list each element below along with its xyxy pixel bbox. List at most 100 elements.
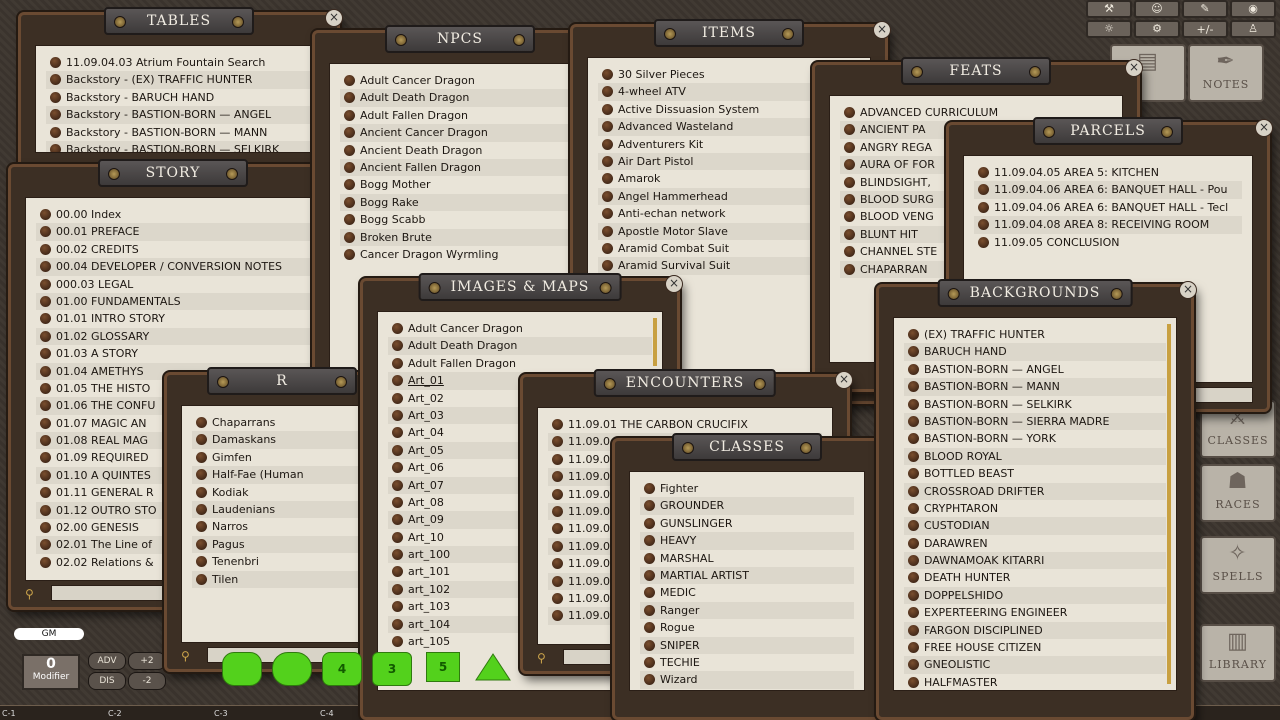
tables-title[interactable]: TABLES	[104, 7, 254, 35]
list-item[interactable]: Backstory - BARUCH HAND	[46, 89, 312, 106]
bullet-icon[interactable]	[908, 537, 919, 549]
bullet-icon[interactable]	[40, 348, 51, 360]
bullet-icon[interactable]	[908, 485, 919, 497]
bullet-icon[interactable]	[552, 592, 563, 604]
bullet-icon[interactable]	[392, 444, 403, 456]
bullet-icon[interactable]	[196, 434, 207, 446]
bullet-icon[interactable]	[844, 211, 855, 223]
bullet-icon[interactable]	[552, 540, 563, 552]
bullet-icon[interactable]	[392, 566, 403, 578]
list-item[interactable]: 11.09.04.08 AREA 8: RECEIVING ROOM	[974, 216, 1242, 234]
list-item[interactable]: Backstory - BASTION-BORN — ANGEL	[46, 106, 312, 124]
list-item[interactable]: BASTION-BORN — YORK	[904, 430, 1166, 447]
close-icon[interactable]: ×	[873, 21, 891, 39]
bullet-icon[interactable]	[644, 569, 655, 581]
plus2-button[interactable]: +2	[128, 652, 166, 670]
list-item[interactable]: DARAWREN	[904, 535, 1166, 552]
bullet-icon[interactable]	[552, 575, 563, 587]
bullet-icon[interactable]	[978, 219, 989, 231]
close-icon[interactable]: ×	[1255, 119, 1273, 137]
bullet-icon[interactable]	[392, 531, 403, 543]
bullet-icon[interactable]	[644, 604, 655, 616]
bullet-icon[interactable]	[344, 231, 355, 243]
bullet-icon[interactable]	[40, 556, 51, 568]
list-item[interactable]: 11.09.01 THE CARBON CRUCIFIX	[548, 416, 822, 433]
bullet-icon[interactable]	[908, 398, 919, 410]
bullet-icon[interactable]	[40, 435, 51, 447]
list-item[interactable]: FREE HOUSE CITIZEN	[904, 639, 1166, 656]
list-item[interactable]: Kodiak	[192, 484, 372, 501]
bullet-icon[interactable]	[196, 521, 207, 533]
list-item[interactable]: DOPPELSHIDO	[904, 586, 1166, 605]
list-item[interactable]: Half-Fae (Human	[192, 466, 372, 484]
d10-die-icon[interactable]: 4	[322, 652, 362, 686]
bullet-icon[interactable]	[844, 124, 855, 136]
bullet-icon[interactable]	[392, 357, 403, 369]
list-item[interactable]: Wizard	[640, 671, 854, 689]
bullet-icon[interactable]	[552, 558, 563, 570]
bullet-icon[interactable]	[552, 505, 563, 517]
list-item[interactable]: Damaskans	[192, 431, 372, 449]
bullet-icon[interactable]	[392, 618, 403, 630]
bullet-icon[interactable]	[602, 69, 613, 80]
bullet-icon[interactable]	[908, 346, 919, 358]
bullet-icon[interactable]	[908, 502, 919, 514]
list-item[interactable]: BLOOD ROYAL	[904, 447, 1166, 466]
list-item[interactable]: Narros	[192, 518, 372, 535]
bullet-icon[interactable]	[196, 538, 207, 550]
list-item[interactable]: BOTTLED BEAST	[904, 465, 1166, 482]
list-item[interactable]: Adult Death Dragon	[340, 89, 580, 107]
toolbar-button-6[interactable]: ⚙	[1134, 20, 1180, 38]
list-item[interactable]: 11.09.04.06 AREA 6: BANQUET HALL - Tecl	[974, 199, 1242, 216]
list-item[interactable]: Gimfen	[192, 449, 372, 466]
list-item[interactable]: 000.03 LEGAL	[36, 276, 310, 293]
bullet-icon[interactable]	[40, 365, 51, 377]
list-item[interactable]: TECHIE	[640, 654, 854, 671]
races-title[interactable]: R	[207, 367, 357, 395]
bullet-icon[interactable]	[40, 295, 51, 307]
minus2-button[interactable]: -2	[128, 672, 166, 690]
bullet-icon[interactable]	[344, 179, 355, 191]
bullet-icon[interactable]	[344, 248, 355, 260]
list-item[interactable]: 11.09.04.06 AREA 6: BANQUET HALL - Pou	[974, 181, 1242, 199]
sidebar-notes-button[interactable]: ✒ NOTES	[1188, 44, 1264, 102]
bullet-icon[interactable]	[908, 676, 919, 688]
list-item[interactable]: Chaparrans	[192, 414, 372, 431]
bullet-icon[interactable]	[644, 639, 655, 651]
bullet-icon[interactable]	[844, 107, 855, 118]
list-item[interactable]: Bogg Mother	[340, 176, 580, 193]
list-item[interactable]: Pagus	[192, 535, 372, 554]
bullet-icon[interactable]	[908, 450, 919, 462]
bullet-icon[interactable]	[844, 141, 855, 153]
bullet-icon[interactable]	[602, 190, 613, 202]
bullet-icon[interactable]	[602, 242, 613, 254]
list-item[interactable]: FARGON DISCIPLINED	[904, 621, 1166, 640]
bullet-icon[interactable]	[196, 417, 207, 428]
bullet-icon[interactable]	[392, 323, 403, 334]
sidebar-spells-button[interactable]: ✧ SPELLS	[1200, 536, 1276, 594]
bullet-icon[interactable]	[644, 674, 655, 686]
list-item[interactable]: BASTION-BORN — SELKIRK	[904, 396, 1166, 413]
bullet-icon[interactable]	[552, 436, 563, 448]
bullet-icon[interactable]	[392, 583, 403, 595]
bullet-icon[interactable]	[602, 155, 613, 167]
list-item[interactable]: CRYPHTARON	[904, 500, 1166, 517]
bullet-icon[interactable]	[50, 57, 61, 68]
bullet-icon[interactable]	[908, 363, 919, 375]
npcs-title[interactable]: NPCS	[385, 25, 535, 53]
classes-title[interactable]: CLASSES	[672, 433, 822, 461]
list-item[interactable]: DAWNAMOAK KITARRI	[904, 552, 1166, 570]
list-item[interactable]: 00.04 DEVELOPER / CONVERSION NOTES	[36, 258, 310, 276]
modifier-box[interactable]: 0 Modifier	[22, 654, 80, 690]
bullet-icon[interactable]	[40, 226, 51, 238]
list-item[interactable]: 01.01 INTRO STORY	[36, 310, 310, 327]
bullet-icon[interactable]	[40, 539, 51, 551]
sidebar-races-button[interactable]: ☗ RACES	[1200, 464, 1276, 522]
bullet-icon[interactable]	[344, 196, 355, 208]
resize-handle-icon[interactable]: ⚲	[181, 649, 195, 663]
list-item[interactable]: (EX) TRAFFIC HUNTER	[904, 326, 1166, 343]
bullet-icon[interactable]	[40, 278, 51, 290]
list-item[interactable]: GNEOLISTIC	[904, 656, 1166, 674]
list-item[interactable]: HEAVY	[640, 532, 854, 550]
bullet-icon[interactable]	[40, 522, 51, 534]
